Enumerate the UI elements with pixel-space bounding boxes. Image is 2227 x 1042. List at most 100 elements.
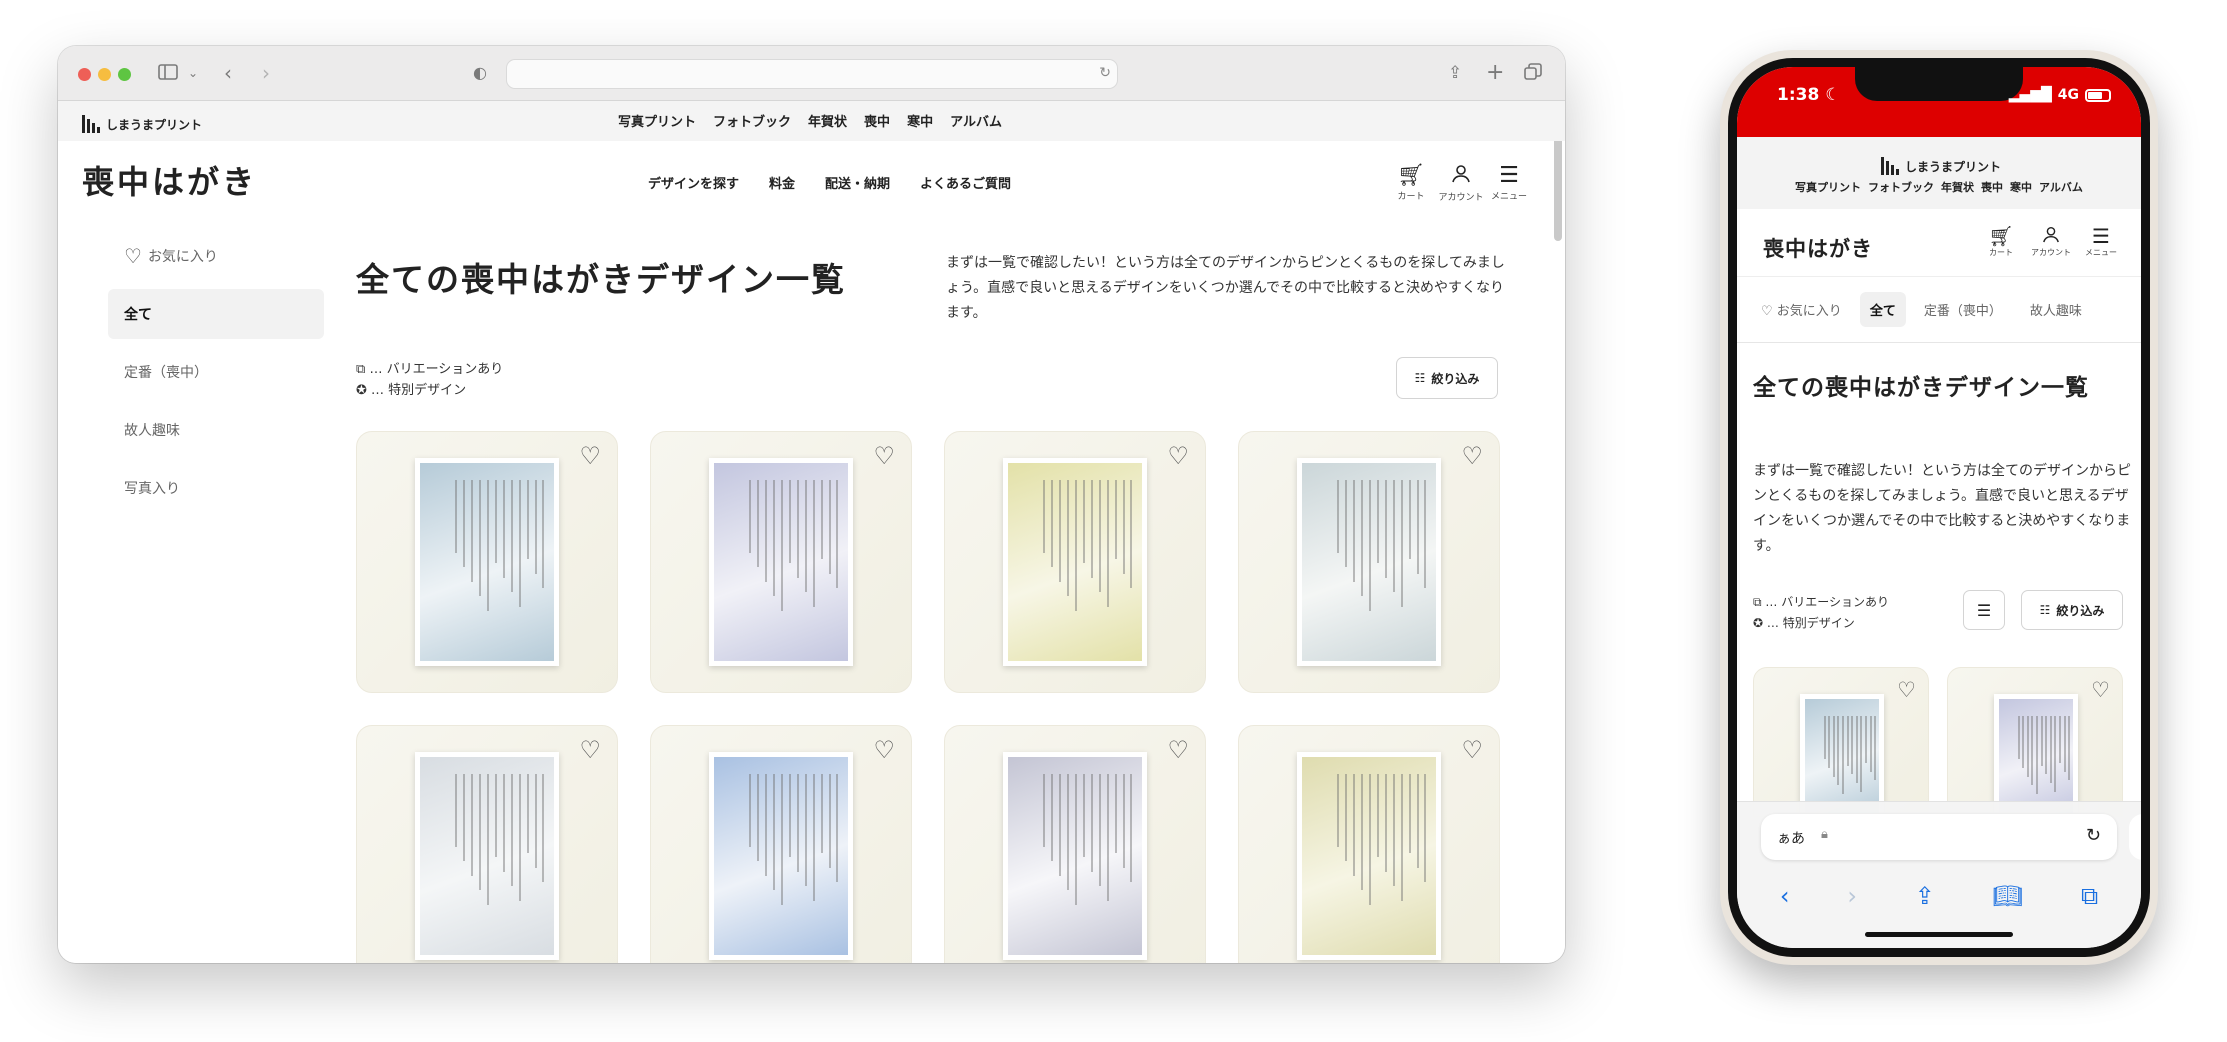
favorite-heart-icon[interactable]: ♡ — [1461, 738, 1483, 762]
bookmarks-icon[interactable]: 📖︎ — [1993, 882, 2023, 910]
design-thumbnail[interactable] — [709, 458, 853, 666]
back-icon[interactable]: ‹ — [1780, 882, 1790, 910]
time-text: 1:38 — [1777, 85, 1820, 105]
favorite-heart-icon[interactable]: ♡ — [873, 738, 895, 762]
reload-icon[interactable]: ↻ — [1099, 65, 1111, 81]
design-thumbnail[interactable] — [415, 458, 559, 666]
design-card[interactable]: ♡ — [944, 431, 1206, 693]
design-card[interactable]: ♡ — [944, 725, 1206, 963]
design-thumbnail[interactable] — [1297, 752, 1441, 960]
design-card[interactable]: ♡ — [650, 431, 912, 693]
zoom-window-button[interactable] — [118, 68, 131, 81]
design-thumbnail[interactable] — [709, 752, 853, 960]
legend-variation: … バリエーションあり — [369, 362, 504, 377]
sidebar-icon[interactable] — [158, 63, 178, 83]
close-window-button[interactable] — [78, 68, 91, 81]
filter-button[interactable]: ☷ 絞り込み — [2021, 590, 2123, 630]
next-tab-edge[interactable] — [2129, 814, 2141, 860]
menu-icon: ☰ — [1499, 163, 1519, 188]
top-nav-item[interactable]: フォトブック — [713, 111, 791, 130]
favorite-heart-icon[interactable]: ♡ — [579, 738, 601, 762]
address-bar[interactable]: ↻ — [506, 59, 1118, 89]
share-icon[interactable]: ⇪ — [1448, 63, 1462, 83]
tabs-icon[interactable]: ⧉ — [2081, 882, 2098, 910]
design-card[interactable]: ♡ — [1238, 431, 1500, 693]
top-nav-item[interactable]: アルバム — [2039, 179, 2083, 195]
favorite-heart-icon[interactable]: ♡ — [1897, 678, 1916, 702]
main-nav-item[interactable]: 料金 — [769, 173, 795, 192]
favorite-heart-icon[interactable]: ♡ — [1461, 444, 1483, 468]
share-icon[interactable]: ⇪ — [1915, 882, 1935, 910]
design-thumbnail[interactable] — [1994, 694, 2078, 816]
design-card[interactable]: ♡ — [356, 725, 618, 963]
text-size-label[interactable]: ぁあ — [1777, 828, 1805, 848]
top-nav-item[interactable]: 喪中 — [1981, 179, 2003, 195]
main-nav-item[interactable]: 配送・納期 — [825, 173, 890, 192]
tab-standard[interactable]: 定番（喪中） — [1914, 292, 2012, 327]
sidebar-item-standard[interactable]: 定番（喪中） — [108, 347, 324, 397]
lock-icon: 🔒︎ — [1821, 827, 1828, 842]
tab-overview-icon[interactable] — [1524, 63, 1542, 84]
tab-favorites[interactable]: ♡ お気に入り — [1751, 292, 1852, 327]
page-title: 全ての喪中はがきデザイン一覧 — [1753, 375, 2089, 401]
sidebar-item-favorites[interactable]: ♡ お気に入り — [108, 231, 324, 281]
tab-hobby[interactable]: 故人趣味 — [2020, 292, 2092, 327]
design-card[interactable]: ♡ — [1753, 667, 1929, 817]
sidebar-item-photo[interactable]: 写真入り — [108, 463, 324, 513]
brand-logo[interactable]: しまうまプリント — [1881, 157, 2001, 175]
cart-button[interactable]: 🛒︎ カート — [1981, 225, 2021, 258]
top-nav-item[interactable]: 年賀状 — [1941, 179, 1974, 195]
main-nav-item[interactable]: よくあるご質問 — [920, 173, 1011, 192]
design-thumbnail[interactable] — [1297, 458, 1441, 666]
favorite-heart-icon[interactable]: ♡ — [579, 444, 601, 468]
cart-button[interactable]: 🛒︎ カート — [1388, 163, 1434, 202]
top-nav-item[interactable]: アルバム — [950, 111, 1002, 130]
design-card[interactable]: ♡ — [1238, 725, 1500, 963]
account-button[interactable]: アカウント — [1438, 163, 1484, 203]
page-description: まずは一覧で確認したい！という方は全てのデザインからピンとくるものを探してみまし… — [1753, 463, 2131, 554]
favorite-heart-icon[interactable]: ♡ — [1167, 738, 1189, 762]
top-nav-item[interactable]: 喪中 — [864, 111, 890, 130]
design-card[interactable]: ♡ — [1947, 667, 2123, 817]
tab-all[interactable]: 全て — [1859, 292, 1906, 327]
chevron-down-icon[interactable]: ⌄ — [188, 63, 198, 83]
account-button[interactable]: アカウント — [2031, 225, 2071, 258]
site-title[interactable]: 喪中はがき — [1763, 233, 1873, 263]
design-card[interactable]: ♡ — [650, 725, 912, 963]
top-nav-item[interactable]: 寒中 — [907, 111, 933, 130]
sidebar-item-hobby[interactable]: 故人趣味 — [108, 405, 324, 455]
menu-button[interactable]: ☰ メニュー — [2081, 225, 2121, 258]
design-thumbnail[interactable] — [415, 752, 559, 960]
design-thumbnail[interactable] — [1003, 458, 1147, 666]
brand-logo[interactable]: しまうまプリント — [82, 115, 202, 133]
brand-mark-icon — [1881, 157, 1899, 175]
favorite-heart-icon[interactable]: ♡ — [1167, 444, 1189, 468]
privacy-shield-icon[interactable]: ◐ — [473, 63, 487, 83]
top-nav-item[interactable]: フォトブック — [1868, 179, 1934, 195]
account-icon — [2031, 225, 2071, 247]
forward-icon[interactable]: › — [1847, 882, 1857, 910]
new-tab-icon[interactable]: + — [1486, 62, 1504, 84]
minimize-window-button[interactable] — [98, 68, 111, 81]
design-card[interactable]: ♡ — [356, 431, 618, 693]
site-title[interactable]: 喪中はがき — [82, 157, 257, 203]
favorite-heart-icon[interactable]: ♡ — [2091, 678, 2110, 702]
view-toggle-button[interactable]: ☰ — [1963, 590, 2005, 630]
sidebar-item-all[interactable]: 全て — [108, 289, 324, 339]
address-bar[interactable]: ぁあ 🔒︎ ↻ — [1761, 814, 2117, 860]
back-icon[interactable]: ‹ — [224, 63, 232, 83]
design-thumbnail[interactable] — [1800, 694, 1884, 816]
reload-icon[interactable]: ↻ — [2086, 825, 2101, 846]
forward-icon[interactable]: › — [262, 63, 270, 83]
top-nav-item[interactable]: 年賀状 — [808, 111, 847, 130]
design-thumbnail[interactable] — [1003, 752, 1147, 960]
top-nav-item[interactable]: 写真プリント — [1795, 179, 1861, 195]
phone-top-nav: 写真プリント フォトブック 年賀状 喪中 寒中 アルバム — [1737, 179, 2141, 195]
top-nav-item[interactable]: 寒中 — [2010, 179, 2032, 195]
filter-button[interactable]: ☷ 絞り込み — [1396, 357, 1498, 399]
site-header: 喪中はがき デザインを探す 料金 配送・納期 よくあるご質問 🛒︎ カート アカ… — [58, 141, 1565, 221]
favorite-heart-icon[interactable]: ♡ — [873, 444, 895, 468]
main-nav-item[interactable]: デザインを探す — [648, 173, 739, 192]
menu-button[interactable]: ☰ メニュー — [1486, 163, 1532, 202]
top-nav-item[interactable]: 写真プリント — [618, 111, 696, 130]
